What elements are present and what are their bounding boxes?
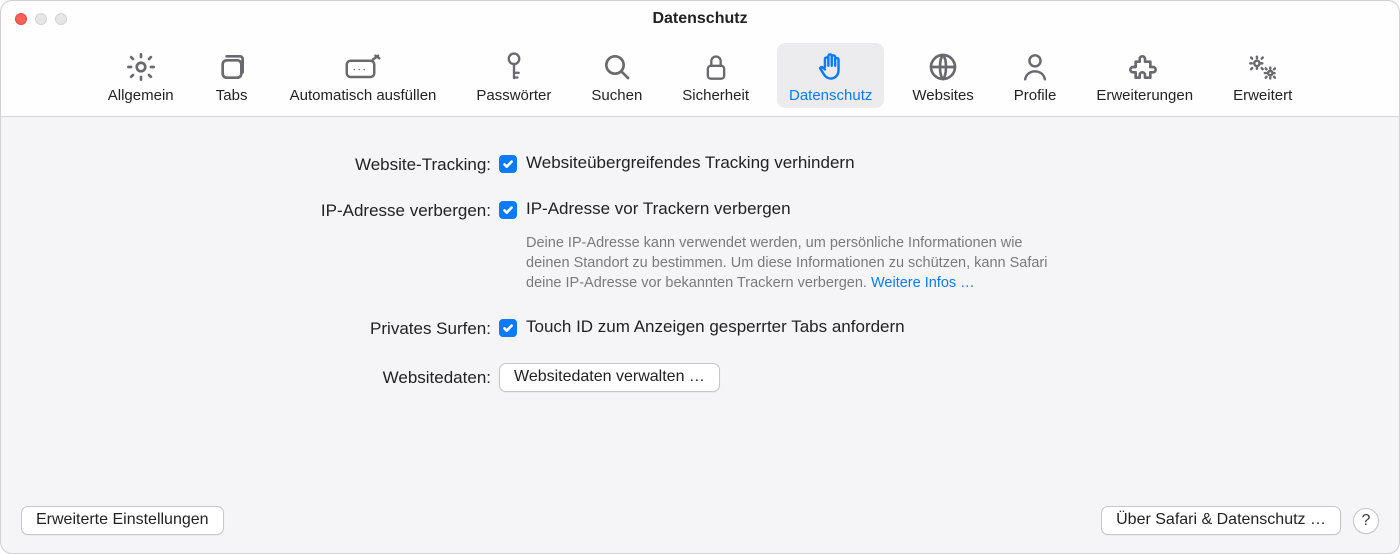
lock-icon (702, 49, 730, 85)
person-icon (1020, 49, 1050, 85)
label-private-browsing: Privates Surfen: (1, 317, 499, 339)
tab-search[interactable]: Suchen (579, 43, 654, 108)
tab-label: Erweiterungen (1096, 87, 1193, 104)
about-safari-privacy-button[interactable]: Über Safari & Datenschutz … (1101, 506, 1341, 535)
label-hide-ip: IP-Adresse verbergen: (1, 199, 499, 221)
tab-advanced[interactable]: Erweitert (1221, 43, 1304, 108)
more-info-link[interactable]: Weitere Infos … (871, 275, 975, 291)
tab-privacy[interactable]: Datenschutz (777, 43, 884, 108)
tab-label: Profile (1014, 87, 1057, 104)
tab-label: Allgemein (108, 87, 174, 104)
titlebar: Datenschutz (1, 1, 1399, 37)
tab-security[interactable]: Sicherheit (670, 43, 761, 108)
tab-autofill[interactable]: Automatisch ausfüllen (278, 43, 449, 108)
puzzle-icon (1129, 49, 1161, 85)
autofill-icon (343, 49, 383, 85)
tab-label: Passwörter (476, 87, 551, 104)
tab-general[interactable]: Allgemein (96, 43, 186, 108)
checkbox-label: Websiteübergreifendes Tracking verhinder… (526, 153, 855, 173)
help-button[interactable]: ? (1353, 508, 1379, 534)
content-area: Website-Tracking: Websiteübergreifendes … (1, 117, 1399, 553)
checkbox-hide-ip-from-trackers[interactable] (499, 201, 517, 219)
tab-label: Automatisch ausfüllen (290, 87, 437, 104)
tabs-icon (216, 49, 248, 85)
gear-icon (125, 49, 157, 85)
preferences-window: Datenschutz Allgemein Tabs Automatisch a… (0, 0, 1400, 554)
tab-label: Websites (912, 87, 973, 104)
row-private-browsing: Privates Surfen: Touch ID zum Anzeigen g… (1, 317, 1399, 339)
tab-label: Suchen (591, 87, 642, 104)
preferences-toolbar: Allgemein Tabs Automatisch ausfüllen Pas… (1, 37, 1399, 117)
row-website-tracking: Website-Tracking: Websiteübergreifendes … (1, 153, 1399, 175)
key-icon (500, 49, 528, 85)
gears-icon (1246, 49, 1280, 85)
tab-extensions[interactable]: Erweiterungen (1084, 43, 1205, 108)
label-website-tracking: Website-Tracking: (1, 153, 499, 175)
label-website-data: Websitedaten: (1, 363, 499, 388)
checkbox-label: IP-Adresse vor Trackern verbergen (526, 199, 791, 219)
globe-icon (927, 49, 959, 85)
row-website-data: Websitedaten: Websitedaten verwalten … (1, 363, 1399, 392)
tab-label: Datenschutz (789, 87, 872, 104)
tab-label: Erweitert (1233, 87, 1292, 104)
manage-website-data-button[interactable]: Websitedaten verwalten … (499, 363, 720, 392)
footer: Erweiterte Einstellungen Über Safari & D… (1, 506, 1399, 535)
search-icon (601, 49, 633, 85)
checkbox-prevent-cross-site-tracking[interactable] (499, 155, 517, 173)
checkbox-label: Touch ID zum Anzeigen gesperrter Tabs an… (526, 317, 905, 337)
hide-ip-help-text: Deine IP-Adresse kann verwendet werden, … (526, 233, 1056, 293)
checkbox-touch-id-locked-tabs[interactable] (499, 319, 517, 337)
hand-icon (816, 49, 846, 85)
tab-websites[interactable]: Websites (900, 43, 985, 108)
window-title: Datenschutz (1, 10, 1399, 28)
tab-tabs[interactable]: Tabs (202, 43, 262, 108)
advanced-settings-button[interactable]: Erweiterte Einstellungen (21, 506, 224, 535)
tab-label: Tabs (216, 87, 248, 104)
tab-label: Sicherheit (682, 87, 749, 104)
row-hide-ip: IP-Adresse verbergen: IP-Adresse vor Tra… (1, 199, 1399, 293)
tab-passwords[interactable]: Passwörter (464, 43, 563, 108)
tab-profiles[interactable]: Profile (1002, 43, 1069, 108)
